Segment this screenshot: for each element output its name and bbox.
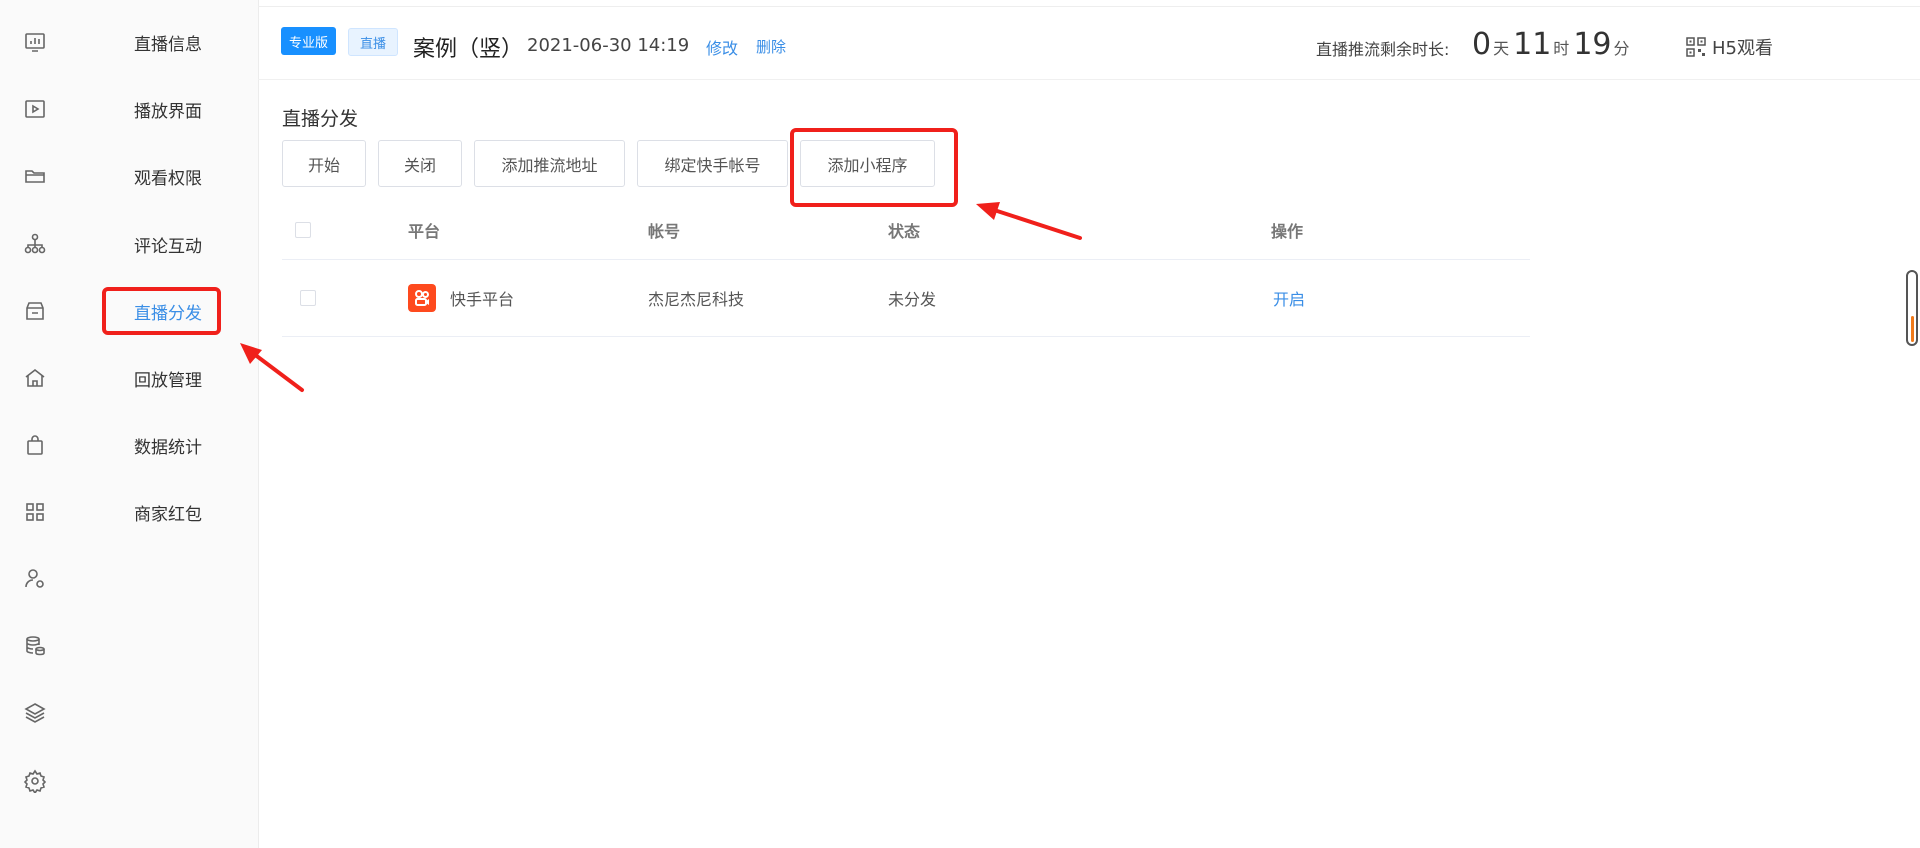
- platform-name: 快手平台: [450, 290, 515, 309]
- header-bar: 专业版 直播 案例（竖） 2021-06-30 14:19 修改 删除 直播推流…: [258, 6, 1920, 80]
- gear-icon[interactable]: [22, 768, 48, 794]
- start-button[interactable]: 开始: [282, 140, 366, 187]
- remaining-minutes: 19: [1573, 27, 1612, 62]
- h5-watch-label: H5观看: [1712, 38, 1773, 59]
- menu-item-live-info[interactable]: 直播信息: [78, 17, 258, 67]
- remaining-hours: 11: [1513, 27, 1552, 62]
- table-header: 平台 帐号 状态 操作: [282, 200, 1530, 260]
- menu-item-replay[interactable]: 回放管理: [78, 353, 258, 403]
- add-push-url-button[interactable]: 添加推流地址: [474, 140, 625, 187]
- layers-icon[interactable]: [22, 700, 48, 726]
- header-platform: 平台: [408, 221, 441, 241]
- row-checkbox[interactable]: [300, 290, 316, 306]
- remaining-days: 0: [1472, 27, 1492, 62]
- delete-link[interactable]: 删除: [756, 36, 786, 57]
- enable-link[interactable]: 开启: [1273, 286, 1305, 310]
- pro-badge: 专业版: [281, 27, 337, 55]
- h5-watch-button[interactable]: H5观看: [1686, 34, 1773, 60]
- org-icon[interactable]: [22, 231, 48, 257]
- scroll-indicator[interactable]: [1906, 270, 1918, 346]
- menu-item-comments[interactable]: 评论互动: [78, 219, 258, 269]
- menu-item-view-permission[interactable]: 观看权限: [78, 151, 258, 201]
- database-icon[interactable]: [22, 633, 48, 659]
- icon-rail: [0, 0, 79, 848]
- home-icon[interactable]: [22, 365, 48, 391]
- annotation-arrow-button: [976, 202, 1082, 240]
- table-row: 快手平台 杰尼杰尼科技 未分发 开启: [282, 260, 1530, 337]
- platform-cell: 快手平台: [408, 284, 514, 312]
- select-all-checkbox[interactable]: [295, 221, 311, 238]
- header-action: 操作: [1271, 221, 1304, 241]
- video-icon[interactable]: [22, 96, 48, 122]
- annotation-arrow-menu: [240, 343, 304, 392]
- bind-kuaishou-button[interactable]: 绑定快手帐号: [637, 140, 788, 187]
- account-cell: 杰尼杰尼科技: [648, 290, 745, 309]
- header-account: 帐号: [648, 221, 681, 241]
- menu-item-red-packet[interactable]: 商家红包: [78, 487, 258, 537]
- bag-icon[interactable]: [22, 432, 48, 458]
- button-highlight-box: [790, 128, 958, 207]
- unit-hour: 时: [1553, 39, 1570, 58]
- apps-icon[interactable]: [22, 499, 48, 525]
- unit-day: 天: [1493, 39, 1510, 58]
- secondary-menu: 直播信息 播放界面 观看权限 评论互动 直播分发 回放管理 数据统计 商家红包: [78, 0, 259, 848]
- header-status: 状态: [888, 221, 921, 241]
- menu-highlight-box: [102, 287, 221, 335]
- status-cell: 未分发: [888, 290, 937, 309]
- user-settings-icon[interactable]: [22, 566, 48, 592]
- remaining-time-label: 直播推流剩余时长:: [1316, 40, 1450, 59]
- chart-icon[interactable]: [22, 29, 48, 55]
- distribution-table: 平台 帐号 状态 操作 快手平台 杰尼杰尼科技 未分发 开启: [282, 200, 1530, 337]
- menu-item-statistics[interactable]: 数据统计: [78, 420, 258, 470]
- store-icon[interactable]: [22, 298, 48, 324]
- edit-link[interactable]: 修改: [706, 35, 738, 59]
- live-badge: 直播: [348, 28, 399, 56]
- page-title: 案例（竖）: [413, 37, 524, 62]
- live-date: 2021-06-30 14:19: [527, 35, 690, 56]
- section-title: 直播分发: [282, 108, 359, 130]
- qrcode-icon: [1686, 37, 1706, 57]
- folder-icon[interactable]: [22, 163, 48, 189]
- kuaishou-icon: [408, 284, 436, 312]
- menu-item-player-ui[interactable]: 播放界面: [78, 84, 258, 134]
- close-button[interactable]: 关闭: [378, 140, 462, 187]
- remaining-time: 0 天 11 时 19 分: [1472, 27, 1634, 62]
- unit-minute: 分: [1613, 39, 1630, 58]
